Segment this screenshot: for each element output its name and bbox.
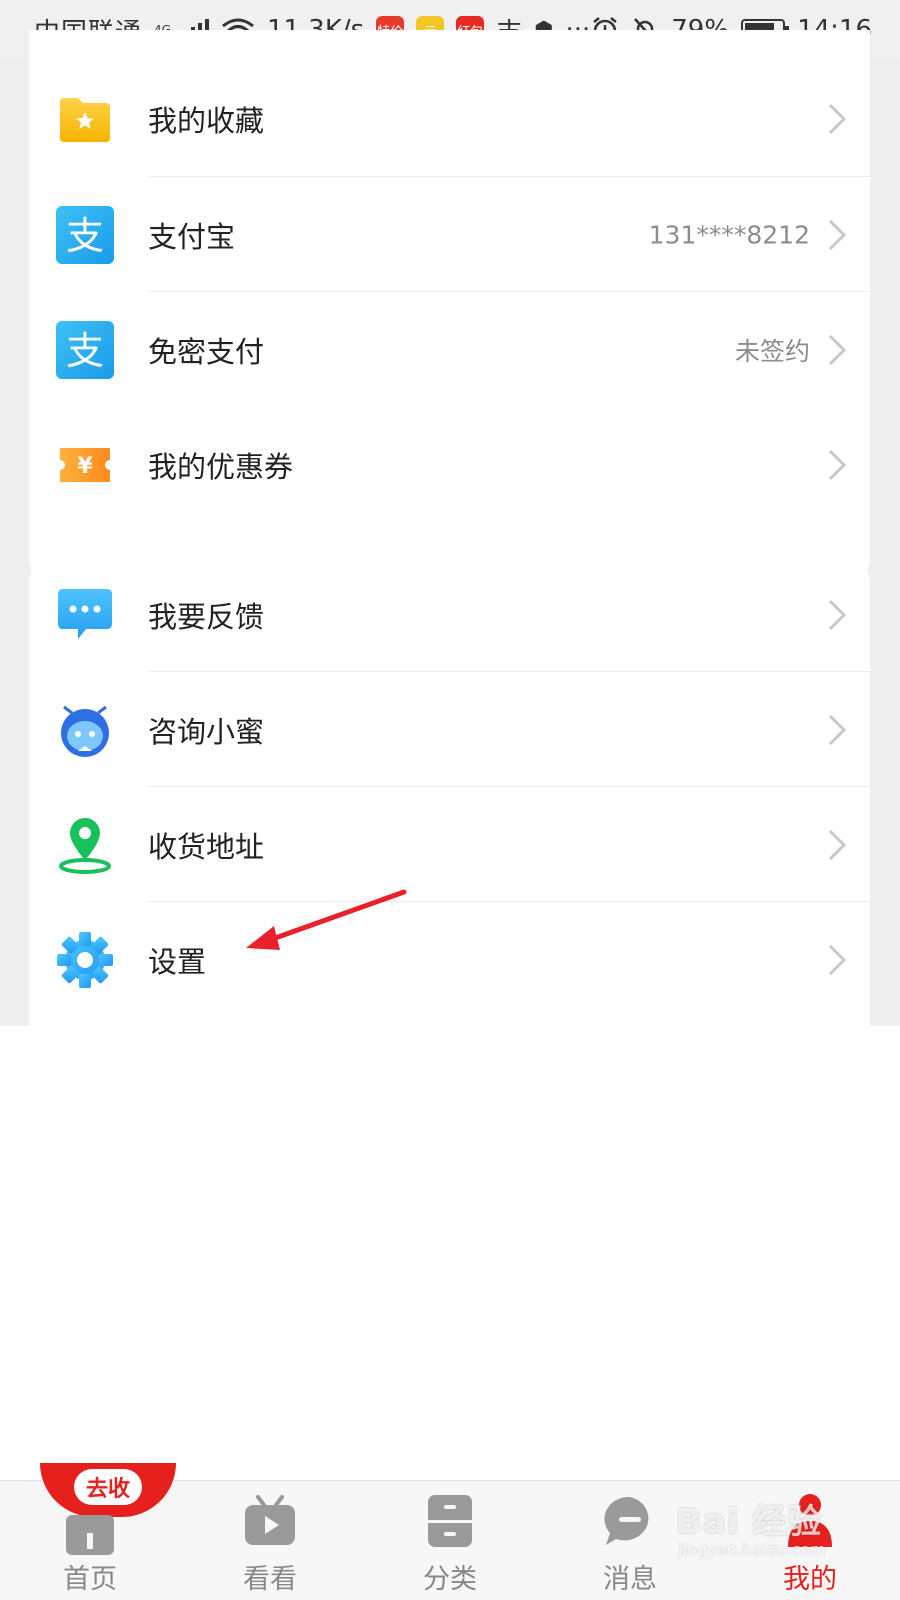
chevron-right-icon (828, 219, 847, 250)
baidu-watermark-url: jingyan.baidu.com (678, 1540, 826, 1559)
menu-item-label: 咨询小蜜 (148, 714, 265, 749)
tab-label: 看看 (243, 1564, 297, 1595)
home-icon (66, 1515, 114, 1555)
favorites-folder-icon (60, 97, 110, 142)
message-bubble-icon (604, 1496, 649, 1545)
menu-card-1: 我的收藏 支 支付宝 131****8212 支 免密支付 未签约 ¥ 我的优惠… (29, 30, 870, 586)
menu-card-2-bottom (29, 1000, 870, 1026)
chevron-right-icon (828, 449, 847, 480)
menu-item-label: 我的收藏 (148, 103, 265, 138)
tab-label: 我的 (783, 1564, 837, 1595)
chevron-right-icon (828, 334, 847, 365)
chevron-right-icon (828, 599, 847, 630)
svg-text:¥: ¥ (77, 454, 93, 479)
menu-item-label: 我的优惠券 (148, 449, 294, 484)
menu-item-passwordless-pay[interactable]: 支 免密支付 未签约 (29, 291, 870, 408)
menu-item-shipping-address[interactable]: 收货地址 (29, 786, 870, 903)
menu-item-coupons[interactable]: ¥ 我的优惠券 (29, 406, 870, 523)
tab-label: 消息 (603, 1564, 657, 1595)
menu-item-label: 免密支付 (148, 334, 265, 369)
menu-card-2: 我要反馈 咨询小蜜 收货地址 设置 (29, 556, 870, 1026)
assistant-robot-icon (61, 705, 109, 757)
alipay-account: 131****8212 (648, 220, 810, 249)
content-area: 我的收藏 支 支付宝 131****8212 支 免密支付 未签约 ¥ 我的优惠… (0, 30, 900, 1026)
feedback-chat-icon (58, 588, 112, 639)
collect-badge-label: 去收 (73, 1469, 142, 1505)
location-pin-icon (59, 817, 111, 874)
chevron-right-icon (828, 103, 847, 134)
menu-item-assistant[interactable]: 咨询小蜜 (29, 671, 870, 788)
tab-label: 首页 (63, 1564, 117, 1595)
menu-item-alipay[interactable]: 支 支付宝 131****8212 (29, 176, 870, 293)
menu-item-label: 我要反馈 (148, 599, 265, 634)
chevron-right-icon (828, 944, 847, 975)
menu-item-label: 设置 (148, 944, 207, 979)
svg-text:支: 支 (66, 214, 104, 258)
menu-item-feedback[interactable]: 我要反馈 (29, 556, 870, 673)
annotation-arrow (246, 889, 407, 950)
gear-icon (57, 931, 113, 988)
menu-item-label: 支付宝 (148, 219, 236, 254)
alipay-icon: 支 (56, 205, 114, 264)
tab-label: 分类 (423, 1564, 477, 1595)
menu-item-label: 收货地址 (148, 829, 265, 864)
chevron-right-icon (828, 714, 847, 745)
chevron-right-icon (828, 829, 847, 860)
tab-home[interactable]: 去收 首页 (0, 1463, 180, 1600)
baidu-watermark: Bai 经验 (676, 1502, 823, 1542)
coupon-icon: ¥ (60, 447, 110, 482)
menu-item-favorites[interactable]: 我的收藏 (29, 60, 870, 177)
signing-status: 未签约 (734, 336, 810, 366)
tab-category[interactable]: 分类 (360, 1481, 540, 1600)
alipay-icon: 支 (56, 320, 114, 379)
tv-play-icon (245, 1495, 295, 1545)
svg-text:支: 支 (66, 329, 104, 373)
tab-watch[interactable]: 看看 (180, 1481, 360, 1600)
category-cabinet-icon (428, 1495, 472, 1547)
